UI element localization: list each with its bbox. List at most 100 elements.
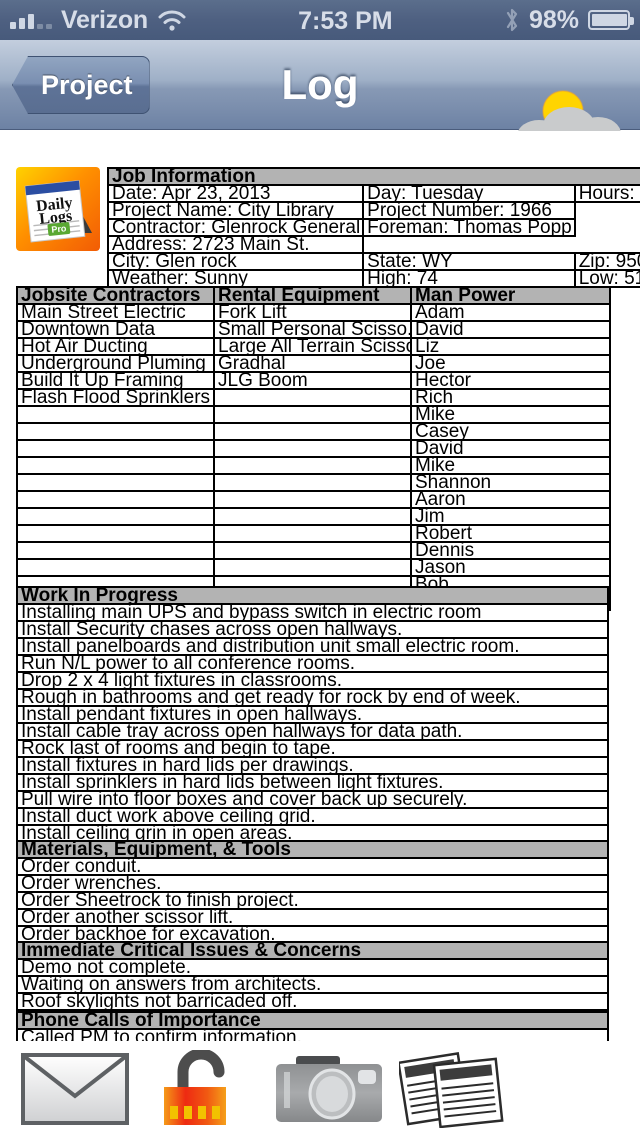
- materials-table: Materials, Equipment, & Tools Order condu…: [16, 840, 609, 944]
- contractor-cell[interactable]: Hot Air Ducting: [16, 337, 215, 356]
- work-item[interactable]: Install cable tray across open hallways …: [16, 722, 609, 741]
- manpower-cell[interactable]: Aaron: [410, 490, 611, 509]
- contractor-cell[interactable]: [16, 490, 215, 509]
- manpower-cell[interactable]: Mike: [410, 405, 611, 424]
- material-item[interactable]: Order another scissor lift.: [16, 908, 609, 927]
- work-item[interactable]: Rock last of rooms and begin to tape.: [16, 739, 609, 758]
- equipment-cell[interactable]: [213, 490, 412, 509]
- manpower-cell[interactable]: Mike: [410, 456, 611, 475]
- manpower-cell[interactable]: Jim: [410, 507, 611, 526]
- crew-table-row: Downtown Data Small Personal Scisso... Dav…: [16, 320, 611, 339]
- email-button[interactable]: [16, 1047, 134, 1131]
- contractor-cell[interactable]: [16, 405, 215, 424]
- work-item[interactable]: Installing main UPS and bypass switch in…: [16, 603, 609, 622]
- wifi-icon: [157, 9, 187, 31]
- manpower-cell[interactable]: Shannon: [410, 473, 611, 492]
- contractor-cell[interactable]: [16, 439, 215, 458]
- job-information-field[interactable]: Project Number: 1966: [362, 201, 576, 220]
- work-item[interactable]: Drop 2 x 4 light fixtures in classrooms.: [16, 671, 609, 690]
- back-button-project[interactable]: Project: [12, 56, 150, 114]
- equipment-cell[interactable]: [213, 388, 412, 407]
- job-information-field[interactable]: Address: 2723 Main St.: [106, 235, 365, 254]
- equipment-cell[interactable]: [213, 456, 412, 475]
- work-item[interactable]: Install pendant fixtures in open hallway…: [16, 705, 609, 724]
- contractor-cell[interactable]: Main Street Electric: [16, 303, 215, 322]
- contractor-cell[interactable]: [16, 456, 215, 475]
- work-item[interactable]: Install fixtures in hard lids per drawin…: [16, 756, 609, 775]
- issue-item[interactable]: Roof skylights not barricaded off.: [16, 992, 609, 1011]
- crew-table-row: Shannon: [16, 473, 611, 492]
- equipment-cell[interactable]: Small Personal Scisso...: [213, 320, 412, 339]
- contractor-cell[interactable]: [16, 541, 215, 560]
- job-information-field[interactable]: Contractor: Glenrock General: [106, 218, 365, 237]
- job-information-row: Weather: SunnyHigh: 74Low: 51Days Lost: …: [106, 269, 640, 288]
- contractor-cell[interactable]: Downtown Data: [16, 320, 215, 339]
- reports-button[interactable]: [395, 1047, 513, 1131]
- job-information-field[interactable]: Day: Tuesday: [362, 184, 576, 203]
- job-information-field[interactable]: Hours: 8:00 / 5:00: [573, 184, 640, 203]
- manpower-cell[interactable]: David: [410, 439, 611, 458]
- work-item[interactable]: Pull wire into floor boxes and cover bac…: [16, 790, 609, 809]
- signal-bars-icon: [10, 11, 52, 29]
- contractor-cell[interactable]: [16, 507, 215, 526]
- issue-item[interactable]: Demo not complete.: [16, 958, 609, 977]
- work-item[interactable]: Install duct work above ceiling grid.: [16, 807, 609, 826]
- contractor-cell[interactable]: [16, 473, 215, 492]
- equipment-cell[interactable]: [213, 541, 412, 560]
- equipment-cell[interactable]: [213, 473, 412, 492]
- manpower-cell[interactable]: Adam: [410, 303, 611, 322]
- documents-icon: [399, 1051, 504, 1128]
- manpower-cell[interactable]: David: [410, 320, 611, 339]
- manpower-cell[interactable]: Joe: [410, 354, 611, 373]
- equipment-cell[interactable]: [213, 558, 412, 577]
- equipment-cell[interactable]: Fork Lift: [213, 303, 412, 322]
- padlock-unlocked-icon: [164, 1050, 226, 1125]
- crew-table-row: Dennis: [16, 541, 611, 560]
- contractor-cell[interactable]: [16, 422, 215, 441]
- job-information-field[interactable]: Foreman: Thomas Popp: [362, 218, 576, 237]
- manpower-cell[interactable]: Liz: [410, 337, 611, 356]
- work-item[interactable]: Install sprinklers in hard lids between …: [16, 773, 609, 792]
- call-item[interactable]: Called PM to confirm information.: [16, 1028, 609, 1041]
- job-information-field[interactable]: Weather: Sunny: [106, 269, 365, 288]
- work-item[interactable]: Run N/L power to all conference rooms.: [16, 654, 609, 673]
- job-information-field[interactable]: Date: Apr 23, 2013: [106, 184, 365, 203]
- equipment-cell[interactable]: Gradhal: [213, 354, 412, 373]
- contractor-cell[interactable]: [16, 524, 215, 543]
- materials-row: Order wrenches.: [16, 874, 609, 893]
- material-item[interactable]: Order Sheetrock to finish project.: [16, 891, 609, 910]
- job-information-field[interactable]: Low: 51: [573, 269, 640, 288]
- manpower-cell[interactable]: Casey: [410, 422, 611, 441]
- job-information-field[interactable]: High: 74: [362, 269, 576, 288]
- job-information-field[interactable]: Zip: 95050: [573, 252, 640, 271]
- equipment-cell[interactable]: JLG Boom: [213, 371, 412, 390]
- manpower-cell[interactable]: Robert: [410, 524, 611, 543]
- manpower-cell[interactable]: Dennis: [410, 541, 611, 560]
- equipment-cell[interactable]: [213, 422, 412, 441]
- lock-button[interactable]: [145, 1047, 263, 1131]
- manpower-cell[interactable]: Rich: [410, 388, 611, 407]
- work-item[interactable]: Install Security chases across open hall…: [16, 620, 609, 639]
- issue-item[interactable]: Waiting on answers from architects.: [16, 975, 609, 994]
- equipment-cell[interactable]: [213, 507, 412, 526]
- contractor-cell[interactable]: Build It Up Framing: [16, 371, 215, 390]
- equipment-cell[interactable]: [213, 405, 412, 424]
- manpower-cell[interactable]: Hector: [410, 371, 611, 390]
- materials-row: Order Sheetrock to finish project.: [16, 891, 609, 910]
- equipment-cell[interactable]: [213, 524, 412, 543]
- equipment-cell[interactable]: Large All Terrain Scissor: [213, 337, 412, 356]
- camera-button[interactable]: [270, 1047, 388, 1131]
- equipment-cell[interactable]: [213, 439, 412, 458]
- job-information-field[interactable]: City: Glen rock: [106, 252, 365, 271]
- job-information-field[interactable]: State: WY: [362, 252, 576, 271]
- job-information-field[interactable]: Project Name: City Library: [106, 201, 365, 220]
- contractor-cell[interactable]: [16, 558, 215, 577]
- contractor-cell[interactable]: Underground Pluming: [16, 354, 215, 373]
- contractor-cell[interactable]: Flash Flood Sprinklers: [16, 388, 215, 407]
- material-item[interactable]: Order wrenches.: [16, 874, 609, 893]
- work-item[interactable]: Rough in bathrooms and get ready for roc…: [16, 688, 609, 707]
- material-item[interactable]: Order conduit.: [16, 857, 609, 876]
- manpower-cell[interactable]: Jason: [410, 558, 611, 577]
- work-item[interactable]: Install panelboards and distribution uni…: [16, 637, 609, 656]
- job-information-rows: Job Information Date: Apr 23, 2013 Day: Tu…: [106, 167, 640, 288]
